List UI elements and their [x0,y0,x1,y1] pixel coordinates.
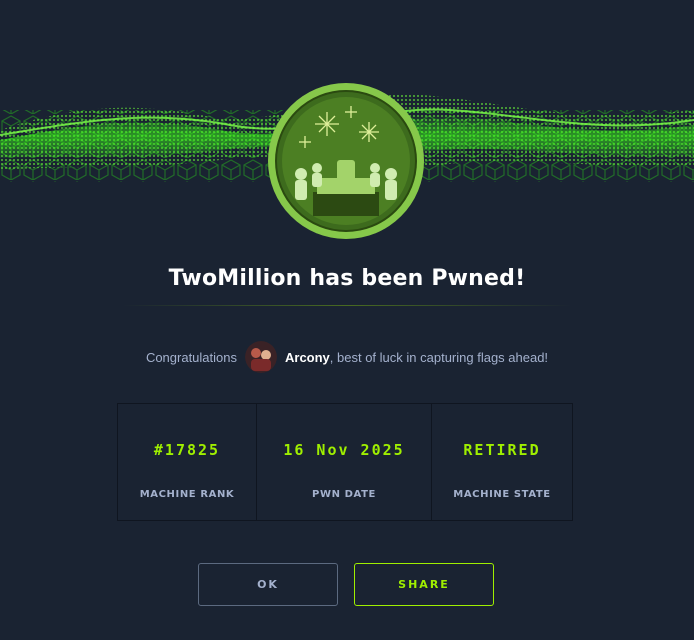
stat-value: #17825 [153,441,221,459]
stat-machine-rank: #17825 MACHINE RANK [118,404,257,520]
congrats-prefix: Congratulations [145,349,237,365]
page-title: TwoMillion has been Pwned! [168,266,526,291]
share-button[interactable]: SHARE [354,563,494,606]
title-divider [122,305,572,306]
congrats-suffix: , best of luck in capturing flags ahead! [329,349,549,365]
stat-machine-state: RETIRED MACHINE STATE [432,404,572,520]
congrats-line: Congratulations Arcony , best of luck in… [0,340,694,374]
machine-badge-icon [268,83,424,239]
stats-panel: #17825 MACHINE RANK 16 Nov 2025 PWN DATE… [117,403,573,521]
pwned-dialog: TwoMillion has been Pwned! Congratulatio… [0,0,694,640]
stat-label: MACHINE STATE [453,489,551,500]
username[interactable]: Arcony [285,350,330,365]
stat-label: PWN DATE [312,489,376,500]
stat-pwn-date: 16 Nov 2025 PWN DATE [257,404,432,520]
stat-label: MACHINE RANK [139,489,235,500]
ok-button[interactable]: OK [198,563,338,606]
stat-value: RETIRED [463,441,541,459]
stat-value: 16 Nov 2025 [283,441,405,459]
avatar [245,341,277,373]
